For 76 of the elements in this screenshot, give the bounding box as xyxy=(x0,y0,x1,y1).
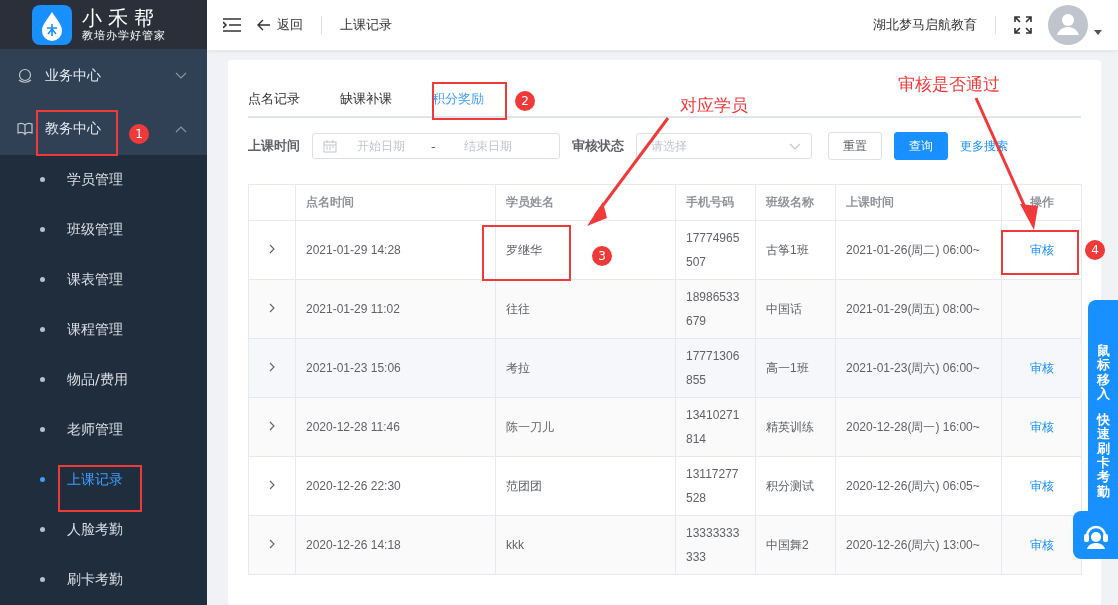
table-cell: 高一1班 xyxy=(766,360,809,375)
book-icon xyxy=(17,120,33,137)
annotation-text: 对应学员 xyxy=(680,94,748,117)
filter-label: 上课时间 xyxy=(248,137,300,155)
date-range-field[interactable]: 开始日期 - 结束日期 xyxy=(312,133,560,159)
arrow-left-icon xyxy=(257,19,271,31)
table-cell: 古筝1班 xyxy=(766,242,809,257)
table-cell: 中国舞2 xyxy=(766,537,809,552)
table-cell: 精英训练 xyxy=(766,419,814,434)
table-cell: 2020-12-28(周一) 16:00~ xyxy=(846,419,980,434)
expand-chevron-icon xyxy=(269,362,275,372)
phone-cell-text: 17774965 507 xyxy=(686,230,740,271)
table-cell: 2020-12-26(周六) 06:05~ xyxy=(846,478,980,493)
phone-cell-text: 17771306 855 xyxy=(686,348,740,389)
table-cell: 2021-01-29(周五) 08:00~ xyxy=(846,301,980,316)
phone-cell-text: 18986533 679 xyxy=(686,289,740,330)
reset-button[interactable]: 重置 xyxy=(828,132,882,160)
calendar-icon xyxy=(323,139,337,153)
logo-title: 小禾帮 xyxy=(82,7,160,30)
table-cell: 2020-12-26 22:30 xyxy=(306,479,401,493)
logo-icon xyxy=(32,4,72,45)
menu-fold-icon xyxy=(223,18,241,32)
menu-item[interactable]: 人脸考勤 xyxy=(0,505,207,555)
tab[interactable]: 缺课补课 xyxy=(340,90,392,108)
table-cell: kkk xyxy=(506,538,524,552)
phone-cell-text: 13333333 333 xyxy=(686,525,740,566)
breadcrumb: 上课记录 xyxy=(340,16,392,34)
menu-item[interactable]: 课程管理 xyxy=(0,305,207,355)
table-cell: 2021-01-29 14:28 xyxy=(306,243,401,257)
column-header: 点名时间 xyxy=(295,184,496,221)
column-header: 上课时间 xyxy=(835,184,1002,221)
menu-item[interactable]: 学员管理 xyxy=(0,155,207,205)
coin-icon xyxy=(17,67,33,84)
filter-label: 审核状态 xyxy=(572,137,624,155)
table-cell: 2021-01-23 15:06 xyxy=(306,361,401,375)
menu-group[interactable]: 业务中心 xyxy=(0,49,207,103)
table-cell: 陈一刀儿 xyxy=(506,419,554,434)
menu-item[interactable]: 老师管理 xyxy=(0,405,207,455)
menu-item[interactable]: 班级管理 xyxy=(0,205,207,255)
caret-down-icon xyxy=(1094,29,1102,35)
menu-item[interactable]: 上课记录 xyxy=(0,455,207,505)
annotation-text: 审核是否通过 xyxy=(898,73,1000,96)
support-button[interactable] xyxy=(1073,510,1118,559)
table-cell: 考拉 xyxy=(506,360,530,375)
table-cell: 2021-01-23(周六) 06:00~ xyxy=(846,360,980,375)
table-cell: 2020-12-28 11:46 xyxy=(306,420,400,434)
table-cell: 2020-12-26(周六) 13:00~ xyxy=(846,537,980,552)
table-cell: 范团团 xyxy=(506,478,542,493)
back-link[interactable]: 返回 xyxy=(257,16,303,34)
phone-cell-text: 13410271 814 xyxy=(686,407,740,448)
tab[interactable]: 点名记录 xyxy=(248,90,300,108)
expand-chevron-icon xyxy=(269,244,275,254)
table-cell: 2021-01-26(周二) 06:00~ xyxy=(846,242,980,257)
table-cell: 往往 xyxy=(506,301,530,316)
org-name: 湖北梦马启航教育 xyxy=(873,16,977,34)
menu-item[interactable]: 刷卡考勤 xyxy=(0,555,207,605)
expand-chevron-icon xyxy=(269,421,275,431)
phone-cell-text: 13117277 528 xyxy=(686,466,739,507)
expand-chevron-icon xyxy=(269,480,275,490)
column-header: 班级名称 xyxy=(755,184,836,221)
fullscreen-icon xyxy=(1014,16,1032,34)
chevron-down-icon xyxy=(789,142,801,150)
menu-item[interactable]: 物品/费用 xyxy=(0,355,207,405)
table-cell: 2020-12-26 14:18 xyxy=(306,538,401,552)
chevron-down-icon xyxy=(175,71,187,80)
chevron-up-icon xyxy=(175,124,187,133)
logo-slogan: 教培办学好管家 xyxy=(82,29,166,43)
expand-chevron-icon xyxy=(269,303,275,313)
menu-item[interactable]: 课表管理 xyxy=(0,255,207,305)
table-cell: 中国话 xyxy=(766,301,802,316)
table-cell: 2021-01-29 11:02 xyxy=(306,302,400,316)
table-cell: 积分测试 xyxy=(766,478,814,493)
avatar-icon xyxy=(1048,5,1088,45)
expand-chevron-icon xyxy=(269,539,275,549)
table-cell: 罗继华 xyxy=(506,242,542,257)
column-header: 手机号码 xyxy=(675,184,756,221)
